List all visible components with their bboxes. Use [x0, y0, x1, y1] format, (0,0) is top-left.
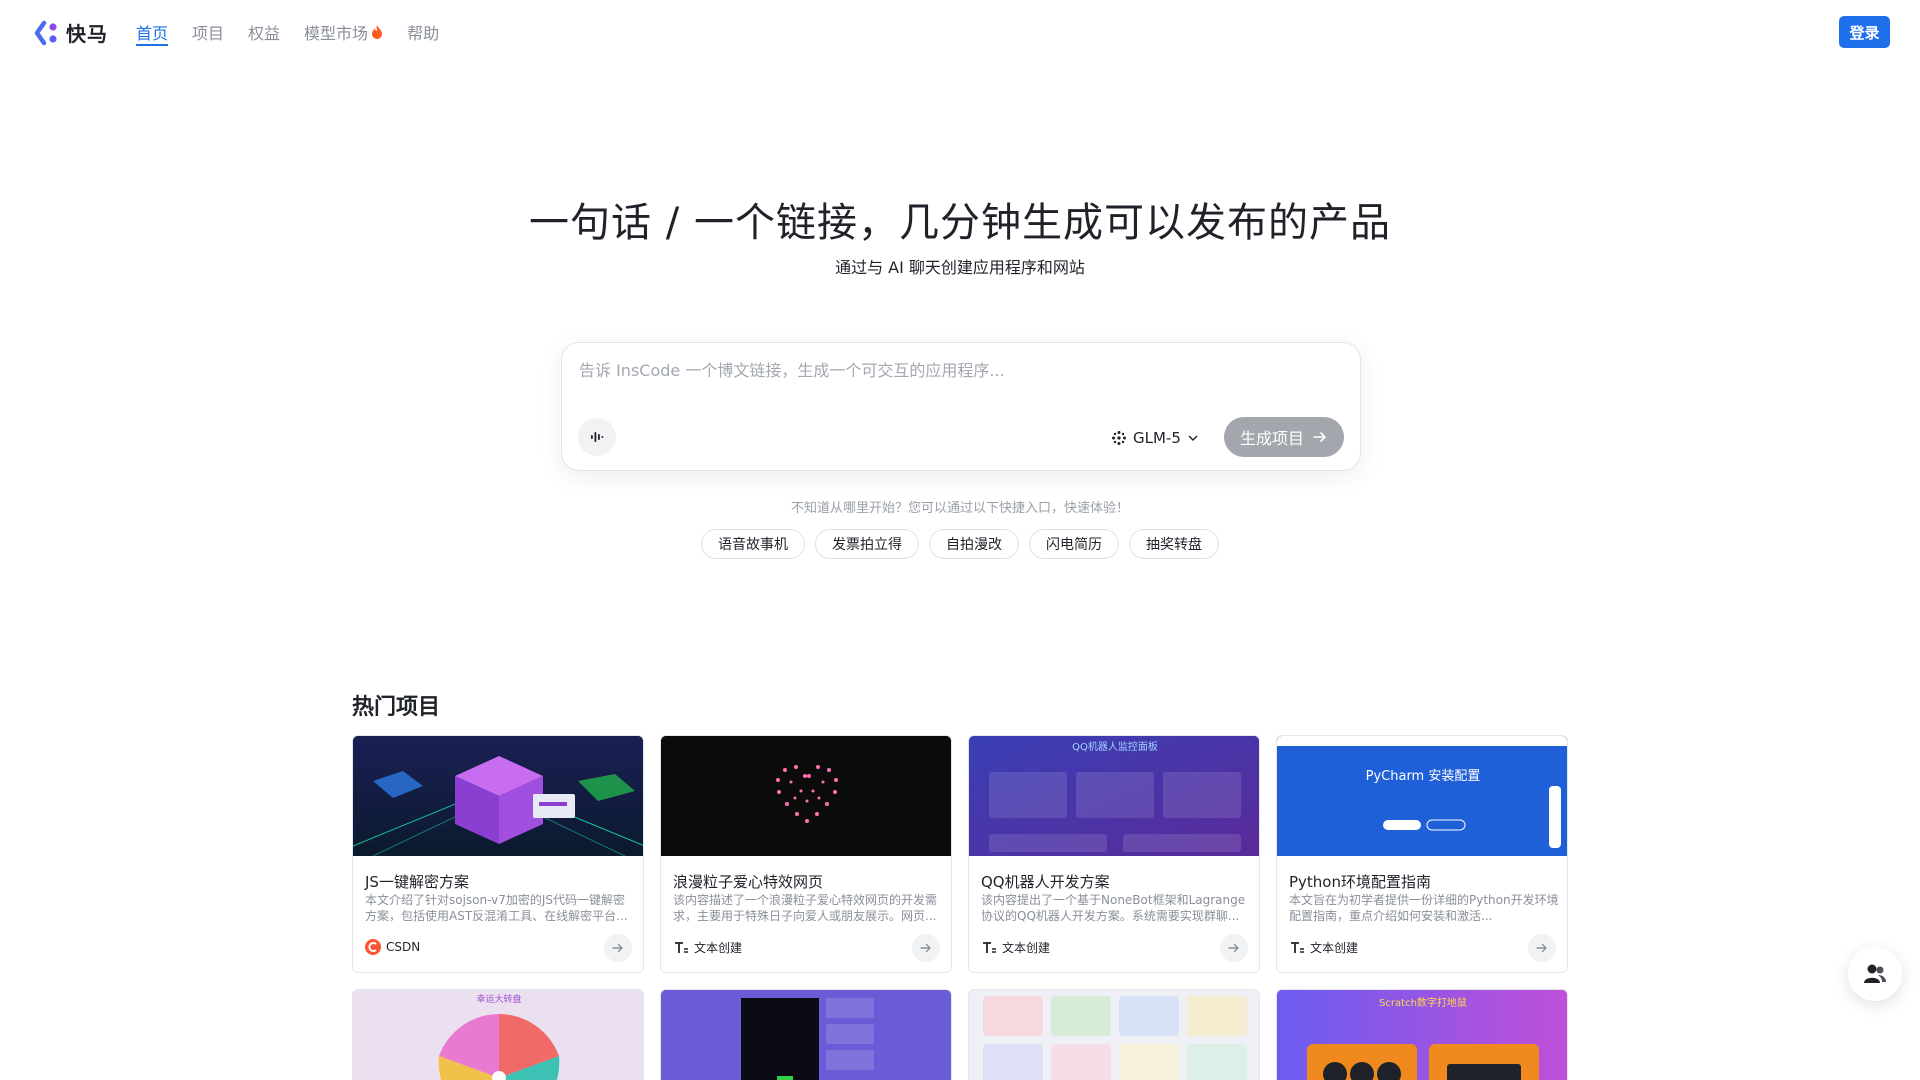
project-title: QQ机器人开发方案: [981, 873, 1110, 891]
chip-voice-story[interactable]: 语音故事机: [701, 529, 805, 559]
project-thumbnail: QQ机器人监控面板: [969, 736, 1259, 856]
project-description: 该内容描述了一个浪漫粒子爱心特效网页的开发需求，主要用于特殊日子向爱人或朋友展示…: [673, 893, 938, 923]
voice-input-button[interactable]: [578, 418, 616, 456]
users-icon: [1864, 964, 1886, 983]
pycharm-guide-illustration: PyCharm 安装配置: [1277, 736, 1567, 856]
project-card[interactable]: JS一键解密方案 本文介绍了针对sojson-v7加密的JS代码一键解密方案，包…: [352, 735, 644, 973]
open-project-button[interactable]: [1220, 934, 1248, 962]
generate-label: 生成项目: [1239, 429, 1304, 448]
model-sparkle-icon: [1112, 431, 1126, 445]
chip-lottery-wheel[interactable]: 抽奖转盘: [1129, 529, 1219, 559]
csdn-logo-icon: [365, 939, 381, 955]
open-project-button[interactable]: [912, 934, 940, 962]
open-project-button[interactable]: [1528, 934, 1556, 962]
chip-invoice[interactable]: 发票拍立得: [815, 529, 919, 559]
text-create-icon: [1291, 941, 1304, 953]
project-title: Python环境配置指南: [1289, 873, 1431, 891]
open-project-button[interactable]: [604, 934, 632, 962]
icon-grid-illustration: [969, 990, 1259, 1080]
nav-label: 模型市场: [304, 24, 369, 43]
nav-item-projects[interactable]: 项目: [192, 0, 224, 64]
fire-icon: [372, 25, 383, 39]
particle-heart-illustration: [661, 736, 951, 856]
nav-item-model-market[interactable]: 模型市场: [304, 0, 383, 64]
project-description: 本文旨在为初学者提供一份详细的Python开发环境配置指南，重点介绍如何安装和激…: [1289, 893, 1559, 923]
quickstart-hint: 不知道从哪里开始？您可以通过以下快捷入口，快速体验！: [790, 501, 1129, 516]
project-card[interactable]: [660, 989, 952, 1080]
project-description: 该内容提出了一个基于NoneBot框架和Lagrange协议的QQ机器人开发方案…: [981, 893, 1246, 923]
section-title-hot-projects: 热门项目: [352, 695, 441, 720]
project-source-label: 文本创建: [1310, 941, 1359, 955]
prompt-box: GLM-5 生成项目: [561, 342, 1361, 471]
nav-label: 首页: [136, 24, 169, 43]
thumb-wheel-title: 幸运大转盘: [476, 993, 521, 1005]
chevron-down-icon: [1188, 435, 1198, 441]
project-card[interactable]: Scratch数字打地鼠: [1276, 989, 1568, 1080]
brand-logo[interactable]: 快马: [34, 18, 108, 47]
thumb-scratch-title: Scratch数字打地鼠: [1379, 996, 1467, 1009]
project-card[interactable]: 浪漫粒子爱心特效网页 该内容描述了一个浪漫粒子爱心特效网页的开发需求，主要用于特…: [660, 735, 952, 973]
project-card[interactable]: [968, 989, 1260, 1080]
hero-subtitle: 通过与 AI 聊天创建应用程序和网站: [835, 258, 1085, 277]
project-grid: JS一键解密方案 本文介绍了针对sojson-v7加密的JS代码一键解密方案，包…: [352, 735, 1568, 1080]
text-create-icon: [675, 941, 688, 953]
project-description: 本文介绍了针对sojson-v7加密的JS代码一键解密方案，包括使用AST反混淆…: [365, 893, 628, 923]
top-navigation: 快马 首页 项目 权益 模型市场 帮助 登录: [0, 0, 1920, 64]
project-source-label: CSDN: [386, 940, 421, 954]
arrow-right-icon: [612, 943, 623, 953]
nav-label: 项目: [192, 24, 225, 43]
nav-label: 权益: [248, 24, 281, 43]
thumb-pycharm-title: PyCharm 安装配置: [1366, 769, 1481, 784]
project-source-label: 文本创建: [694, 941, 743, 955]
project-thumbnail: [661, 990, 951, 1080]
project-thumbnail: PyCharm 安装配置: [1277, 736, 1567, 856]
login-button[interactable]: 登录: [1839, 16, 1890, 48]
project-thumbnail: 幸运大转盘: [353, 990, 643, 1080]
project-source-label: 文本创建: [1002, 941, 1051, 955]
main-nav: 首页 项目 权益 模型市场 帮助: [136, 0, 439, 64]
prompt-input[interactable]: [579, 361, 1339, 380]
community-float-button[interactable]: [1848, 947, 1902, 1001]
nav-label: 帮助: [407, 24, 440, 43]
project-source: 文本创建: [981, 939, 1050, 956]
project-source: 文本创建: [673, 939, 742, 956]
arrow-right-icon: [1313, 432, 1326, 442]
hero-title: 一句话 / 一个链接，几分钟生成可以发布的产品: [529, 200, 1391, 246]
nav-item-benefits[interactable]: 权益: [248, 0, 280, 64]
audio-wave-icon: [591, 432, 604, 442]
model-select[interactable]: GLM-5: [1111, 426, 1199, 450]
project-thumbnail: [969, 990, 1259, 1080]
generate-project-button[interactable]: 生成项目: [1224, 417, 1344, 457]
chip-selfie-comic[interactable]: 自拍漫改: [929, 529, 1019, 559]
thumb-qq-title: QQ机器人监控面板: [1072, 740, 1158, 753]
model-name: GLM-5: [1133, 429, 1181, 447]
whack-a-mole-illustration: Scratch数字打地鼠: [1277, 990, 1567, 1080]
lottery-wheel-illustration: 幸运大转盘: [353, 990, 643, 1080]
brand-mark-icon: [34, 20, 57, 45]
project-card[interactable]: PyCharm 安装配置 Python环境配置指南 本文旨在为初学者提供一份详细…: [1276, 735, 1568, 973]
tetris-illustration: [661, 990, 951, 1080]
text-create-icon: [983, 941, 996, 953]
project-card[interactable]: 幸运大转盘: [352, 989, 644, 1080]
nav-item-home[interactable]: 首页: [136, 0, 169, 64]
project-thumbnail: Scratch数字打地鼠: [1277, 990, 1567, 1080]
arrow-right-icon: [1536, 943, 1547, 953]
arrow-right-icon: [1228, 943, 1239, 953]
qq-dashboard-illustration: QQ机器人监控面板: [969, 736, 1259, 856]
brand-name: 快马: [66, 22, 108, 46]
project-title: JS一键解密方案: [365, 873, 469, 891]
chip-resume[interactable]: 闪电简历: [1029, 529, 1119, 559]
project-thumbnail: [353, 736, 643, 856]
arrow-right-icon: [920, 943, 931, 953]
quickstart-chips: 语音故事机 发票拍立得 自拍漫改 闪电简历 抽奖转盘: [0, 529, 1920, 559]
cube-illustration: [353, 736, 643, 856]
project-thumbnail: [661, 736, 951, 856]
project-source: 文本创建: [1289, 939, 1358, 956]
project-title: 浪漫粒子爱心特效网页: [673, 873, 824, 891]
project-card[interactable]: QQ机器人监控面板 QQ机器人开发方案 该内容提出了一个基于NoneBot框架和…: [968, 735, 1260, 973]
nav-item-help[interactable]: 帮助: [407, 0, 439, 64]
project-source: CSDN: [365, 939, 420, 955]
